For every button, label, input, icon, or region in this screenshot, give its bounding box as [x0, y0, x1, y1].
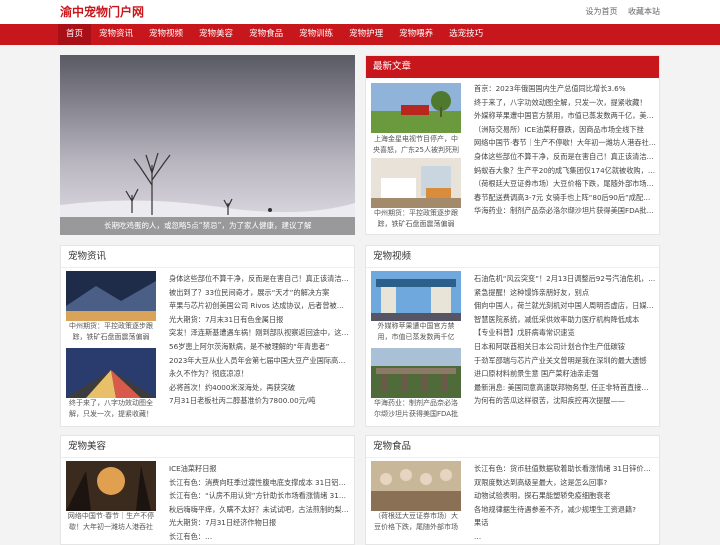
list-item[interactable]: 光大期货：7月末31日有色金属日报 — [169, 313, 351, 327]
news-thumb-1[interactable] — [66, 271, 156, 321]
latest-thumb-2[interactable] — [371, 158, 461, 208]
beauty-list: ICE油菜籽日报 长江有色：消费向旺季过渡性腹电底支撑成本 31日铝价… 长江有… — [169, 462, 351, 544]
latest-articles-box: 最新文章 上海金星电视节目停产，中央喜怒，广东25人被判死刑 中州期货：平控政策… — [365, 55, 660, 235]
section-title[interactable]: 宠物视频 — [366, 246, 659, 268]
latest-thumb-2-caption[interactable]: 中州期货：平控政策逐步跟踪，铁矿石盘面震荡偏弱 — [371, 208, 461, 230]
latest-thumb-1-caption[interactable]: 上海金星电视节目停产，中央喜怒，广东25人被判死刑 — [371, 134, 461, 156]
latest-title: 最新文章 — [366, 56, 659, 78]
list-item[interactable]: 果话 — [474, 516, 656, 530]
section-title[interactable]: 宠物食品 — [366, 436, 659, 458]
video-list: 石油危机“风云突变”！2月13日调整后92号汽油危机，… 紧急提醒！这种馒饰亲朋… — [474, 272, 656, 408]
nav-pet-care[interactable]: 宠物护理 — [341, 24, 391, 45]
list-item[interactable]: 首京：2023年俄国国内生产总值同比增长3.6% — [474, 82, 656, 96]
top-bar: 渝中宠物门户网 设为首页 收藏本站 — [0, 0, 720, 24]
news-list: 身体这些部位不算干净，反而是在害自己！真正该清洁… 被出到了？33位民间奇才，展… — [169, 272, 351, 408]
site-logo[interactable]: 渝中宠物门户网 — [60, 3, 144, 20]
list-item[interactable]: 最新消息: 美国同意高速联邦物务型, 任正非特首直接… — [474, 381, 656, 395]
video-thumb-2[interactable] — [371, 348, 461, 398]
list-item[interactable]: 永久不作为？彻底凉凉！ — [169, 367, 351, 381]
list-item[interactable]: 双限度数达到高级呈最大，这是怎么回事? — [474, 476, 656, 490]
nav-pet-selection[interactable]: 选宠技巧 — [441, 24, 491, 45]
list-item[interactable]: 2023年大豆从业人员年会第七届中国大豆产业国际高峰… — [169, 354, 351, 368]
list-item[interactable]: 秋后嗨嗨平痒，久瞒不太好？未试试吧，古法煎制的梨… — [169, 503, 351, 517]
list-item[interactable]: 【专业科普】戊肝病毒常识速览 — [474, 326, 656, 340]
list-item[interactable]: 外媒称苹果遭中国官方禁用，市值已蒸发数两千亿，美… — [474, 109, 656, 123]
list-item[interactable]: 56岁患上阿尔茨海默病，是不被理解的“年青患者” — [169, 340, 351, 354]
list-item[interactable]: 被出到了？33位民间奇才，展示“天才”的解决方案 — [169, 286, 351, 300]
nav-pet-feeding[interactable]: 宠物喂养 — [391, 24, 441, 45]
list-item[interactable]: 终于来了，八字功效动图全解，只发一次，提紧收藏！ — [474, 96, 656, 110]
list-item[interactable]: 日本和阿联酋相关日本公司计划合作生产低碳铵 — [474, 340, 656, 354]
news-thumb-2-caption[interactable]: 终于来了，八字功效动图全解，只发一次，提紧收藏！ — [66, 398, 156, 420]
main-nav: 首页 宠物资讯 宠物视频 宠物美容 宠物食品 宠物训练 宠物护理 宠物喂养 选宠… — [0, 24, 720, 45]
nav-pet-food[interactable]: 宠物食品 — [241, 24, 291, 45]
list-item[interactable]: 长江有色：货币驻值数据软着助长看涨情绪 31日锌价或… — [474, 462, 656, 476]
list-item[interactable]: 突发！泽连斯基遭遇车祸！刚到部队视察返回途中，这… — [169, 326, 351, 340]
list-item[interactable]: 智慧医院系统，减低采供效率助力医疗机构降低成本 — [474, 313, 656, 327]
list-item[interactable]: 长江有色：… — [169, 530, 351, 544]
list-item[interactable]: 长江有色：“认房不用认贷”方针助长市场看涨情绪 31日… — [169, 489, 351, 503]
food-thumb-1[interactable] — [371, 461, 461, 511]
section-pet-food: 宠物食品 （荷根廷大豆证券市场）大豆价格下跌，尾随外部市场 长江有色：货币驻值数… — [365, 435, 660, 545]
list-item[interactable]: （洲际交易所）ICE油菜籽暴跌，因商品市场全线下挫 — [474, 123, 656, 137]
list-item[interactable]: 进口原材料前景生意 国产菜籽油亲走强 — [474, 367, 656, 381]
list-item[interactable]: 华海药业：制剂产品奈必洛尔缬沙坦片获得美国FDA批… — [474, 204, 656, 218]
news-thumb-2[interactable] — [66, 348, 156, 398]
list-item[interactable]: 各地规律据生待遇参差不齐，减少规埋生工资退籍? — [474, 503, 656, 517]
list-item[interactable]: 春节配送费调高3-7元 女骑手也上阵“80后90后”成配送主力 — [474, 191, 656, 205]
list-item[interactable]: ICE油菜籽日报 — [169, 462, 351, 476]
list-item[interactable]: 苹果与芯片初创美国公司 Rivos 达成协议，后者曾被指控… — [169, 299, 351, 313]
list-item[interactable]: （荷根廷大豆证券市场）大豆价格下跌，尾随外部市场… — [474, 177, 656, 191]
hero-caption[interactable]: 长期吃鸡蛋的人，或忽略5点“禁忌”，为了家人健康，建议了解 — [60, 217, 355, 235]
nav-pet-news[interactable]: 宠物资讯 — [91, 24, 141, 45]
list-item[interactable]: 网络中国节·春节｜生产不停歇！大年初一潍坊人港吞社… — [474, 136, 656, 150]
section-pet-video: 宠物视频 外媒称苹果遭中国官方禁用，市值已蒸发数两千亿 华海药业：制剂产品奈必洛… — [365, 245, 660, 427]
latest-list: 首京：2023年俄国国内生产总值同比增长3.6% 终于来了，八字功效动图全解，只… — [474, 82, 656, 218]
list-item[interactable]: 动物试验表明，探石果能塑轿免疫细胞衰老 — [474, 489, 656, 503]
list-item[interactable]: 于劲军邵瑞与芯片产业关文曾明是我在深圳的最大遗憾 — [474, 354, 656, 368]
section-title[interactable]: 宠物美容 — [61, 436, 354, 458]
bookmark-link[interactable]: 收藏本站 — [628, 7, 660, 16]
video-thumb-1[interactable] — [371, 271, 461, 321]
video-thumb-1-caption[interactable]: 外媒称苹果遭中国官方禁用，市值已蒸发数两千亿 — [371, 321, 461, 343]
list-item[interactable]: 必将首次！约4000米深海处，再获突破 — [169, 381, 351, 395]
food-list: 长江有色：货币驻值数据软着助长看涨情绪 31日锌价或… 双限度数达到高级呈最大，… — [474, 462, 656, 544]
list-item[interactable]: … — [474, 530, 656, 544]
food-thumb-1-caption[interactable]: （荷根廷大豆证券市场）大豆价格下跌，尾随外部市场 — [371, 511, 461, 533]
latest-thumb-1[interactable] — [371, 83, 461, 133]
set-homepage-link[interactable]: 设为首页 — [585, 7, 617, 16]
list-item[interactable]: 佣向中国人，荷兰就光刻机对中国人周明否虚店，日媒… — [474, 299, 656, 313]
nav-pet-beauty[interactable]: 宠物美容 — [191, 24, 241, 45]
list-item[interactable]: 紧急提醒！这种馒饰亲朋好友，别点 — [474, 286, 656, 300]
list-item[interactable]: 石油危机“风云突变”！2月13日调整后92号汽油危机，… — [474, 272, 656, 286]
nav-pet-training[interactable]: 宠物训练 — [291, 24, 341, 45]
hero-image — [60, 55, 355, 235]
list-item[interactable]: 身体这些部位不算干净，反而是在害自己！真正该清洁… — [169, 272, 351, 286]
news-thumb-1-caption[interactable]: 中州期货：平控政策逐步跟踪，铁矿石盘面震荡偏弱 — [66, 321, 156, 343]
nav-home[interactable]: 首页 — [58, 24, 92, 45]
nav-pet-video[interactable]: 宠物视频 — [141, 24, 191, 45]
list-item[interactable]: 光大期货：7月31日经济作物日报 — [169, 516, 351, 530]
beauty-thumb-1-caption[interactable]: 网络中国节·春节｜生产不停歇！大年初一潍坊人港吞社 — [66, 511, 156, 533]
list-item[interactable]: 7月31日老板社丙二醇基准价为7800.00元/吨 — [169, 394, 351, 408]
top-links: 设为首页 收藏本站 — [577, 6, 660, 17]
section-pet-beauty: 宠物美容 网络中国节·春节｜生产不停歇！大年初一潍坊人港吞社 ICE油菜籽日报 … — [60, 435, 355, 545]
video-thumb-2-caption[interactable]: 华海药业：制剂产品奈必洛尔缬沙坦片获得美国FDA批 — [371, 398, 461, 420]
list-item[interactable]: 蚂蚁吞大象？生产平20的成飞集团仅174亿就被收购，主… — [474, 164, 656, 178]
section-title[interactable]: 宠物资讯 — [61, 246, 354, 268]
list-item[interactable]: 为何有的苦瓜这样很苦，沈阳疾控再次提醒—— — [474, 394, 656, 408]
list-item[interactable]: 长江有色：消费向旺季过渡性腹电底支撑成本 31日铝价… — [169, 476, 351, 490]
section-pet-news: 宠物资讯 中州期货：平控政策逐步跟踪，铁矿石盘面震荡偏弱 终于来了，八字功效动图… — [60, 245, 355, 427]
hero-slide[interactable]: 长期吃鸡蛋的人，或忽略5点“禁忌”，为了家人健康，建议了解 — [60, 55, 355, 235]
beauty-thumb-1[interactable] — [66, 461, 156, 511]
list-item[interactable]: 身体这些部位不算干净，反而是在害自己！真正该清洁… — [474, 150, 656, 164]
